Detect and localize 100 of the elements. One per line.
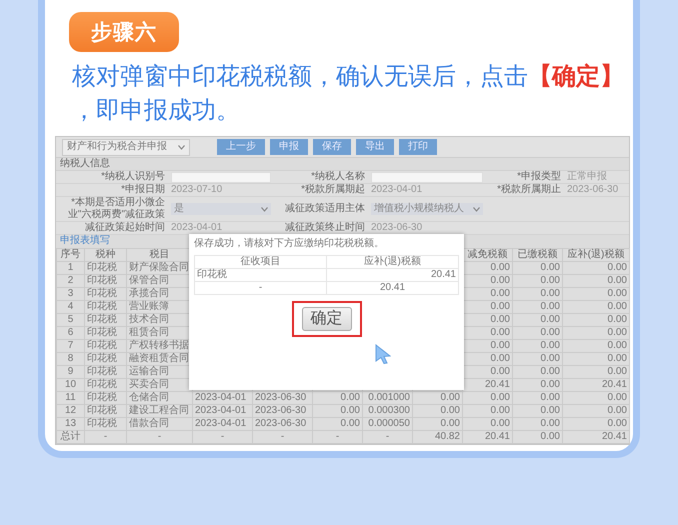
field-label: 减征政策起始时间 <box>56 222 168 235</box>
table-cell: 0.00 <box>562 314 630 326</box>
field-value: 2023-07-10 <box>171 184 222 196</box>
table-cell: 0.00 <box>312 392 362 404</box>
table-cell: 4 <box>56 300 84 314</box>
table-cell: 印花税 <box>84 378 126 392</box>
field-label: *纳税人识别号 <box>56 171 168 184</box>
table-cell: 0.00 <box>512 392 562 404</box>
table-cell: 0.00 <box>412 404 462 418</box>
table-cell: 0.00 <box>562 300 630 314</box>
toolbar-button[interactable]: 上一步 <box>217 139 265 155</box>
table-cell: 6 <box>56 326 84 340</box>
toolbar-button[interactable]: 打印 <box>399 139 437 155</box>
table-cell: 0.00 <box>562 404 630 418</box>
table-cell: 0.00 <box>562 274 630 288</box>
table-cell: 印花税 <box>84 366 126 378</box>
table-cell: - <box>362 430 412 444</box>
select-field[interactable]: 增值税小规模纳税人 <box>371 203 483 215</box>
table-cell: 0.00 <box>512 378 562 392</box>
confirm-button[interactable]: 确定 <box>302 307 352 331</box>
table-cell: 7 <box>56 340 84 352</box>
table-cell: 20.41 <box>562 378 630 392</box>
table-cell: - <box>252 430 312 444</box>
toolbar-button[interactable]: 申报 <box>270 139 308 155</box>
column-header: 征收项目 <box>194 256 326 268</box>
table-cell: 0.00 <box>562 352 630 366</box>
table-cell: 印花税 <box>84 314 126 326</box>
table-cell: 印花税 <box>84 262 126 274</box>
table-cell: 20.41 <box>562 430 630 444</box>
field-label: *申报日期 <box>56 184 168 197</box>
field-label: *申报类型 <box>486 171 564 184</box>
field-value: 正常申报 <box>567 171 607 183</box>
table-cell: 印花税 <box>84 288 126 300</box>
select-value: 是 <box>174 203 184 215</box>
table-cell: 0.00 <box>512 404 562 418</box>
input-field[interactable] <box>171 172 271 182</box>
caret-icon <box>473 206 480 212</box>
table-cell: 12 <box>56 404 84 418</box>
table-cell: 2023-04-01 <box>192 392 252 404</box>
table-cell: 2 <box>56 274 84 288</box>
table-cell: 0.00 <box>512 262 562 274</box>
field-value: 2023-04-01 <box>371 184 422 196</box>
table-cell: 印花税 <box>84 326 126 340</box>
field-label: *本期是否适用小微企业"六税两费"减征政策 <box>56 197 168 222</box>
table-cell: 0.00 <box>512 300 562 314</box>
table-cell: 0.00 <box>562 288 630 300</box>
table-cell: 印花税 <box>84 418 126 430</box>
table-cell: 0.00 <box>512 430 562 444</box>
table-cell: 40.82 <box>412 430 462 444</box>
table-cell: 0.00 <box>562 326 630 340</box>
column-header: 序号 <box>56 248 84 262</box>
table-cell: 20.41 <box>326 268 458 282</box>
table-cell: 13 <box>56 418 84 430</box>
table-cell: 20.41 <box>326 282 458 294</box>
table-cell: 10 <box>56 378 84 392</box>
field-label: *税款所属期止 <box>486 184 564 197</box>
table-cell: 0.00 <box>412 392 462 404</box>
table-cell: 2023-06-30 <box>252 418 312 430</box>
table-cell: 2023-04-01 <box>192 404 252 418</box>
field-label: 减征政策适用主体 <box>274 197 368 222</box>
field-label: *纳税人名称 <box>274 171 368 184</box>
table-cell: 印花税 <box>84 404 126 418</box>
table-cell: 2023-06-30 <box>252 392 312 404</box>
table-cell: 0.00 <box>512 366 562 378</box>
instruction-text: 核对弹窗中印花税税额，确认无误后，点击【确定】，即申报成功。 <box>72 62 625 126</box>
table-cell: 0.00 <box>462 418 512 430</box>
field-value: 2023-06-30 <box>567 184 618 196</box>
table-cell: 印花税 <box>84 340 126 352</box>
toolbar-button[interactable]: 导出 <box>356 139 394 155</box>
table-cell: 印花税 <box>84 274 126 288</box>
table-cell: 0.00 <box>512 274 562 288</box>
input-field[interactable] <box>371 172 483 182</box>
toolbar-button[interactable]: 保存 <box>313 139 351 155</box>
table-cell: 8 <box>56 352 84 366</box>
table-cell: 借款合同 <box>126 418 192 430</box>
table-cell: 0.000300 <box>362 404 412 418</box>
table-cell: - <box>312 430 362 444</box>
table-cell: 印花税 <box>84 352 126 366</box>
table-cell: 0.00 <box>562 366 630 378</box>
table-cell: 0.00 <box>512 340 562 352</box>
table-cell: 印花税 <box>84 300 126 314</box>
form-select[interactable]: 财产和行为税合并申报 <box>62 138 190 156</box>
table-cell: 11 <box>56 392 84 404</box>
table-cell: 0.00 <box>512 288 562 300</box>
column-header: 税种 <box>84 248 126 262</box>
table-cell: 0.00 <box>562 392 630 404</box>
table-cell: 0.000050 <box>362 418 412 430</box>
table-cell: 印花税 <box>84 392 126 404</box>
table-cell: 20.41 <box>462 430 512 444</box>
select-value: 增值税小规模纳税人 <box>374 203 464 215</box>
table-cell: 0.001000 <box>362 392 412 404</box>
field-value: 2023-06-30 <box>371 222 422 234</box>
table-cell: 总计 <box>56 430 84 444</box>
select-field[interactable]: 是 <box>171 203 271 215</box>
table-cell: 0.00 <box>312 404 362 418</box>
table-cell: 0.00 <box>462 392 512 404</box>
table-cell: 0.00 <box>512 314 562 326</box>
table-cell: 0.00 <box>462 404 512 418</box>
dialog-message: 保存成功，请核对下方应缴纳印花税税额。 <box>194 238 385 250</box>
table-cell: 2023-06-30 <box>252 404 312 418</box>
